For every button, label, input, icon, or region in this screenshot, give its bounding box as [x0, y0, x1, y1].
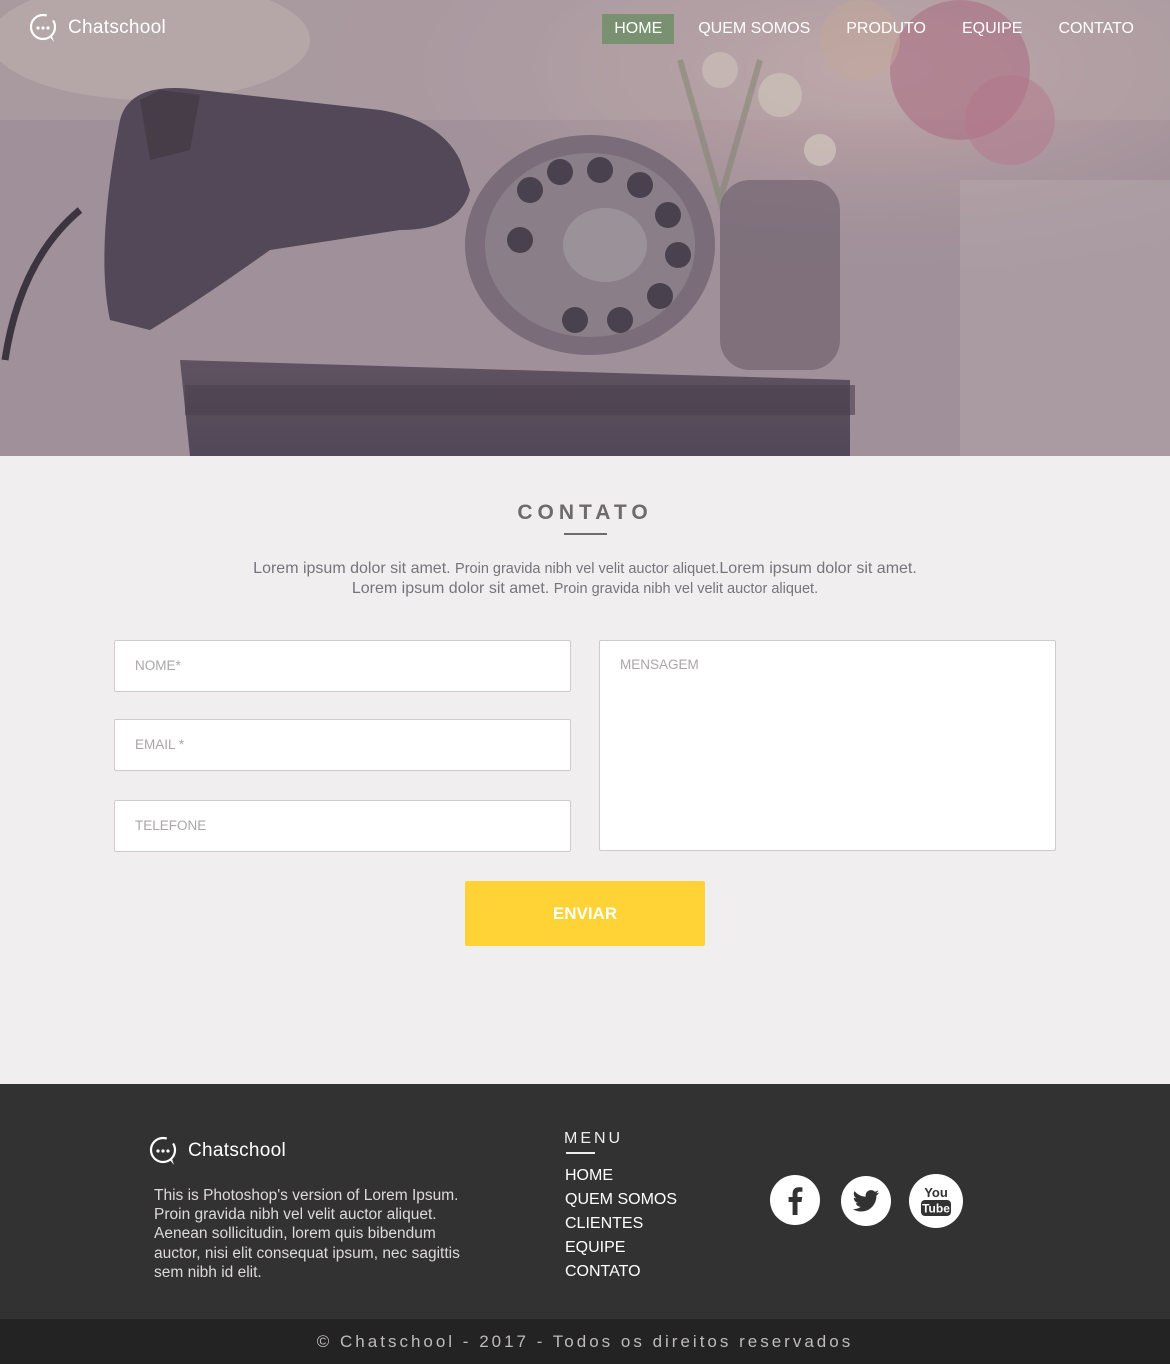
footer-menu-underline: [566, 1152, 595, 1154]
footer-link-contato[interactable]: CONTATO: [565, 1260, 677, 1284]
site-footer: Chatschool This is Photoshop's version o…: [0, 1084, 1170, 1319]
svg-text:Tube: Tube: [922, 1202, 950, 1216]
hero-banner: Chatschool HOME QUEM SOMOS PRODUTO EQUIP…: [0, 0, 1170, 456]
hero-overlay: [0, 0, 1170, 456]
name-field[interactable]: NOME*: [114, 640, 571, 692]
chat-bubble-icon: [29, 13, 57, 42]
message-field[interactable]: MENSAGEM: [599, 640, 1056, 851]
intro-line1-a: Lorem ipsum dolor sit amet.: [253, 560, 456, 577]
chat-bubble-icon: [149, 1136, 177, 1165]
footer-about-text: This is Photoshop's version of Lorem Ips…: [154, 1187, 460, 1281]
footer-link-clientes[interactable]: CLIENTES: [565, 1212, 677, 1236]
footer-menu-title: MENU: [564, 1130, 624, 1147]
name-placeholder: NOME*: [135, 658, 181, 673]
svg-text:You: You: [924, 1185, 948, 1200]
message-placeholder: MENSAGEM: [620, 657, 699, 672]
intro-text: Lorem ipsum dolor sit amet. Proin gravid…: [200, 559, 970, 599]
footer-link-equipe[interactable]: EQUIPE: [565, 1236, 677, 1260]
twitter-icon[interactable]: [841, 1176, 891, 1226]
footer-brand[interactable]: Chatschool: [148, 1134, 286, 1168]
footer-link-quem-somos[interactable]: QUEM SOMOS: [565, 1188, 677, 1212]
nav-produto[interactable]: PRODUTO: [834, 14, 938, 44]
contact-section: CONTATO Lorem ipsum dolor sit amet. Proi…: [0, 456, 1170, 1084]
copyright-text: © Chatschool - 2017 - Todos os direitos …: [316, 1332, 854, 1351]
phone-field[interactable]: TELEFONE: [114, 800, 571, 852]
nav-quem-somos[interactable]: QUEM SOMOS: [686, 14, 822, 44]
intro-line1-b: Proin gravida nibh vel velit auctor aliq…: [455, 561, 720, 577]
intro-line2-a: Lorem ipsum dolor sit amet.: [351, 580, 554, 597]
main-nav: HOME QUEM SOMOS PRODUTO EQUIPE CONTATO: [590, 14, 1146, 44]
send-button[interactable]: ENVIAR: [465, 881, 705, 946]
footer-brand-name: Chatschool: [188, 1140, 287, 1161]
footer-link-home[interactable]: HOME: [565, 1164, 677, 1188]
section-title: CONTATO: [517, 501, 653, 524]
title-underline: [564, 533, 607, 535]
top-navbar: Chatschool HOME QUEM SOMOS PRODUTO EQUIP…: [0, 0, 1170, 56]
intro-line1-c: Lorem ipsum dolor sit amet.: [719, 560, 917, 577]
youtube-icon[interactable]: You Tube: [909, 1174, 963, 1228]
nav-equipe[interactable]: EQUIPE: [950, 14, 1034, 44]
footer-menu: HOME QUEM SOMOS CLIENTES EQUIPE CONTATO: [565, 1164, 677, 1284]
nav-contato[interactable]: CONTATO: [1046, 14, 1146, 44]
brand-logo[interactable]: Chatschool: [28, 11, 166, 45]
email-field[interactable]: EMAIL *: [114, 719, 571, 771]
email-placeholder: EMAIL *: [135, 737, 185, 752]
nav-home[interactable]: HOME: [602, 14, 675, 44]
brand-name: Chatschool: [68, 17, 167, 38]
copyright-bar: © Chatschool - 2017 - Todos os direitos …: [0, 1319, 1170, 1364]
phone-placeholder: TELEFONE: [135, 818, 207, 833]
intro-line2-b: Proin gravida nibh vel velit auctor aliq…: [553, 581, 819, 597]
facebook-icon[interactable]: [770, 1175, 820, 1225]
